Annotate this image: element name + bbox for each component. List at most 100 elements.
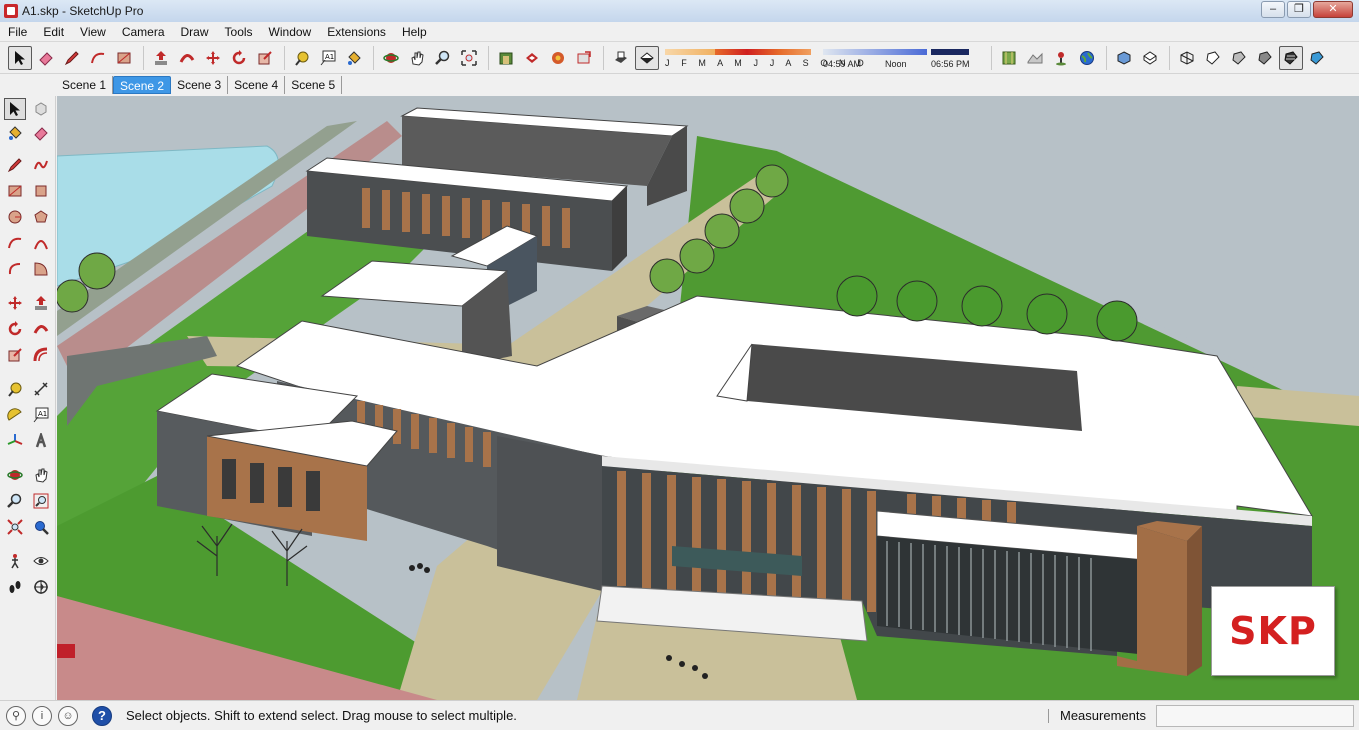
- left-arc-button[interactable]: [4, 232, 26, 254]
- warehouse-button[interactable]: [494, 46, 518, 70]
- close-button[interactable]: ✕: [1313, 1, 1353, 18]
- credits-info-icon[interactable]: i: [32, 705, 52, 726]
- measurements-input[interactable]: [1156, 705, 1354, 727]
- rectangle-tool-button[interactable]: [112, 46, 136, 70]
- left-dimension-button[interactable]: [30, 378, 52, 400]
- model-viewport[interactable]: [57, 96, 1359, 700]
- restore-button[interactable]: ❐: [1287, 1, 1311, 18]
- monochrome-style-button[interactable]: [1305, 46, 1329, 70]
- left-3d-text-button[interactable]: [30, 430, 52, 452]
- left-2pt-arc-button[interactable]: [30, 232, 52, 254]
- left-offset-button[interactable]: [30, 344, 52, 366]
- user-account-icon[interactable]: ☺: [58, 705, 78, 726]
- zoom-tool-button[interactable]: [431, 46, 455, 70]
- menu-extensions[interactable]: Extensions: [319, 22, 394, 42]
- left-zoom-button[interactable]: [4, 490, 26, 512]
- left-circle-button[interactable]: [4, 206, 26, 228]
- xray-style-button[interactable]: [1175, 46, 1199, 70]
- left-pan-button[interactable]: [30, 464, 52, 486]
- menu-tools[interactable]: Tools: [217, 22, 261, 42]
- left-follow-me-button[interactable]: [30, 318, 52, 340]
- left-tape-measure-button[interactable]: [4, 378, 26, 400]
- tab-scene-4[interactable]: Scene 4: [228, 76, 286, 94]
- preview-earth-button[interactable]: [1075, 46, 1099, 70]
- left-text-button[interactable]: A1: [30, 404, 52, 426]
- left-scale-button[interactable]: [4, 344, 26, 366]
- left-line-button[interactable]: [4, 154, 26, 176]
- line-tool-button[interactable]: [60, 46, 84, 70]
- rotate-icon: [8, 321, 22, 336]
- left-push-pull-button[interactable]: [30, 292, 52, 314]
- left-protractor-button[interactable]: [4, 404, 26, 426]
- iso-view-button[interactable]: [1112, 46, 1136, 70]
- left-freehand-button[interactable]: [30, 154, 52, 176]
- hidden-line-style-button[interactable]: [1253, 46, 1277, 70]
- left-look-around-button[interactable]: [30, 550, 52, 572]
- left-axes-button[interactable]: [4, 430, 26, 452]
- extension-warehouse-button[interactable]: [572, 46, 596, 70]
- display-shadows-button[interactable]: [609, 46, 633, 70]
- top-view-button[interactable]: [1138, 46, 1162, 70]
- tape-measure-tool-button[interactable]: [290, 46, 314, 70]
- follow-me-tool-button[interactable]: [175, 46, 199, 70]
- left-eraser-button[interactable]: [30, 122, 52, 144]
- left-orbit-button[interactable]: [4, 464, 26, 486]
- zoom-extents-tool-button[interactable]: [457, 46, 481, 70]
- scale-tool-button[interactable]: [253, 46, 277, 70]
- shadow-time-slider[interactable]: 04:59 AM Noon 06:56 PM: [823, 46, 973, 70]
- menu-camera[interactable]: Camera: [114, 22, 173, 42]
- shaded-textures-style-button[interactable]: [1279, 45, 1303, 70]
- left-pie-button[interactable]: [30, 258, 52, 280]
- wireframe-style-button[interactable]: [1201, 46, 1225, 70]
- toggle-terrain-button[interactable]: [1023, 46, 1047, 70]
- left-rotate-button[interactable]: [4, 318, 26, 340]
- left-walk-button[interactable]: [4, 576, 26, 598]
- tab-scene-5[interactable]: Scene 5: [285, 76, 343, 94]
- left-zoom-extents-button[interactable]: [4, 516, 26, 538]
- geolocation-icon[interactable]: ⚲: [6, 705, 26, 726]
- text-tool-button[interactable]: A1: [316, 46, 340, 70]
- orbit-tool-button[interactable]: [379, 46, 403, 70]
- photo-textures-button[interactable]: [1049, 46, 1073, 70]
- menu-edit[interactable]: Edit: [35, 22, 72, 42]
- shaded-style-button[interactable]: [1227, 46, 1251, 70]
- add-location-button[interactable]: [997, 46, 1021, 70]
- menu-help[interactable]: Help: [394, 22, 435, 42]
- left-paint-bucket-button[interactable]: [4, 122, 26, 144]
- shadow-date-slider[interactable]: J F M A M J J A S O N D: [665, 46, 864, 70]
- left-zoom-window-button[interactable]: [30, 490, 52, 512]
- select-tool-button[interactable]: [8, 45, 32, 70]
- minimize-button[interactable]: –: [1261, 1, 1285, 18]
- eraser-tool-button[interactable]: [34, 46, 58, 70]
- left-rotated-rectangle-button[interactable]: [30, 180, 52, 202]
- skp-watermark-logo: SKP: [1211, 586, 1335, 676]
- push-pull-tool-button[interactable]: [149, 46, 173, 70]
- instructor-help-icon[interactable]: ?: [92, 705, 112, 726]
- pan-tool-button[interactable]: [405, 46, 429, 70]
- share-component-button[interactable]: [546, 46, 570, 70]
- menu-file[interactable]: File: [0, 22, 35, 42]
- menu-view[interactable]: View: [72, 22, 114, 42]
- left-select-button[interactable]: [4, 98, 26, 120]
- left-rectangle-button[interactable]: [4, 180, 26, 202]
- menu-draw[interactable]: Draw: [173, 22, 217, 42]
- tab-scene-2[interactable]: Scene 2: [113, 76, 172, 94]
- left-move-button[interactable]: [4, 292, 26, 314]
- left-polygon-button[interactable]: [30, 206, 52, 228]
- move-tool-button[interactable]: [201, 46, 225, 70]
- display-fog-button[interactable]: [635, 45, 659, 70]
- left-previous-view-button[interactable]: [30, 516, 52, 538]
- arc-tool-button[interactable]: [86, 46, 110, 70]
- magnifier-icon: [7, 493, 22, 508]
- rotate-tool-button[interactable]: [227, 46, 251, 70]
- left-3pt-arc-button[interactable]: [4, 258, 26, 280]
- left-make-component-button[interactable]: [30, 98, 52, 120]
- tab-scene-3[interactable]: Scene 3: [171, 76, 229, 94]
- left-section-plane-button[interactable]: [30, 576, 52, 598]
- share-model-button[interactable]: [520, 46, 544, 70]
- paint-bucket-tool-button[interactable]: [342, 46, 366, 70]
- share-model-icon: [526, 52, 538, 63]
- menu-window[interactable]: Window: [261, 22, 320, 42]
- left-position-camera-button[interactable]: [4, 550, 26, 572]
- tab-scene-1[interactable]: Scene 1: [56, 76, 114, 94]
